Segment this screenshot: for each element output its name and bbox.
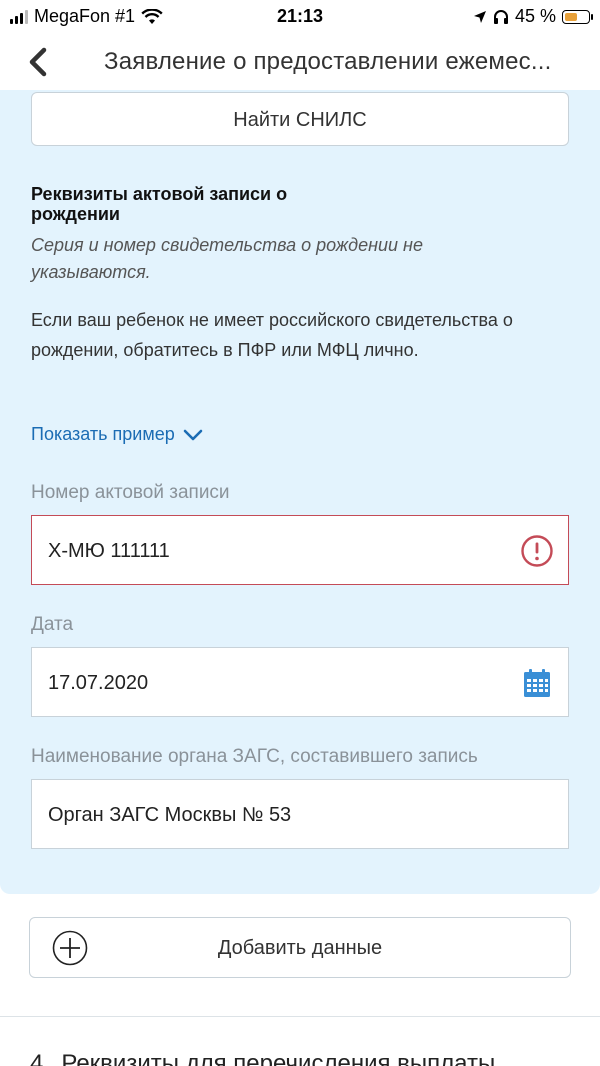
show-example-label: Показать пример (31, 424, 175, 444)
record-number-value: Х-МЮ 111111 (48, 540, 170, 562)
find-snils-label: Найти СНИЛС (233, 109, 367, 131)
next-section-header[interactable]: 4 Реквизиты для перечисления выплаты (30, 1050, 590, 1066)
show-example-link[interactable]: Показать пример (31, 424, 203, 445)
nav-bar: Заявление о предоставлении ежемес... (0, 34, 600, 90)
battery-icon (562, 9, 593, 24)
record-section-note: Серия и номер свидетельства о рождении н… (31, 235, 423, 282)
record-section-title: Реквизиты актовой записи о рождении (31, 184, 288, 224)
find-snils-button[interactable]: Найти СНИЛС (31, 92, 569, 146)
battery-percent: 45 % (514, 6, 556, 26)
calendar-icon[interactable] (520, 666, 554, 700)
next-section-title: Реквизиты для перечисления выплаты (61, 1050, 496, 1066)
headphones-icon (493, 9, 508, 24)
page-title: Заявление о предоставлении ежемес... (104, 48, 552, 75)
date-field[interactable]: 17.07.2020 (31, 647, 569, 717)
date-label: Дата (31, 614, 74, 635)
location-arrow-icon (473, 10, 486, 23)
registry-office-value: Орган ЗАГС Москвы № 53 (48, 804, 292, 826)
next-section-number: 4 (30, 1050, 44, 1066)
registry-office-field[interactable]: Орган ЗАГС Москвы № 53 (31, 779, 569, 849)
date-value: 17.07.2020 (48, 672, 149, 694)
chevron-left-icon (29, 47, 47, 77)
error-icon (521, 535, 553, 567)
record-number-field[interactable]: Х-МЮ 111111 (31, 515, 569, 585)
add-data-button[interactable]: Добавить данные (29, 917, 571, 978)
status-right: 45 % (473, 6, 593, 27)
chevron-down-icon (183, 429, 203, 440)
registry-office-label: Наименование органа ЗАГС, составившего з… (31, 746, 478, 767)
back-button[interactable] (24, 44, 56, 80)
section-divider (0, 1016, 600, 1017)
record-number-label: Номер актовой записи (31, 482, 230, 503)
status-bar: MegaFon #1 21:13 45 % (0, 0, 600, 34)
record-section-info: Если ваш ребенок не имеет российского св… (31, 310, 513, 360)
add-data-label: Добавить данные (217, 937, 383, 959)
